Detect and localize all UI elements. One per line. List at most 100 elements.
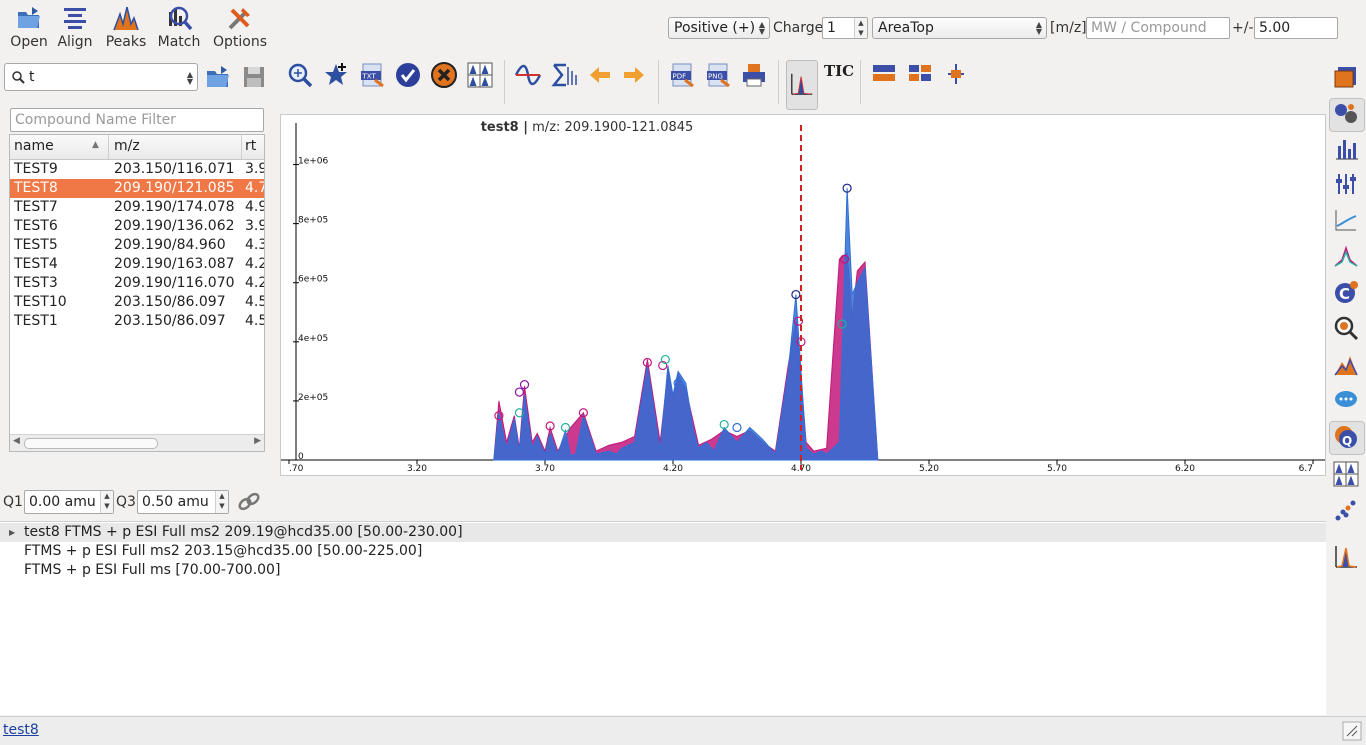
peak-table-icon[interactable] [1332,460,1360,488]
mz-compound-input[interactable]: MW / Compound [1086,17,1230,39]
compound-name: TEST1 [14,313,58,329]
scrollbar-thumb[interactable] [24,438,158,449]
scroll-right-icon[interactable]: ▶ [254,436,261,446]
smooth-icon[interactable] [514,61,542,89]
projects-panel-icon[interactable] [1332,63,1360,91]
quant-type-value: AreaTop [878,20,934,36]
align-icon [64,8,86,29]
scroll-left-icon[interactable]: ◀ [13,436,20,446]
scan-row[interactable]: FTMS + p ESI Full ms2 203.15@hcd35.00 [5… [0,542,1326,561]
svg-text:PNG: PNG [708,73,723,81]
ionization-select[interactable]: Positive (+) ▲ ▼ [668,17,770,39]
zoom-inspect-icon[interactable] [1332,314,1360,342]
box-plot-icon[interactable] [942,60,970,88]
scan-row[interactable]: FTMS + p ESI Full ms [70.00-700.00] [0,561,1326,580]
scan-row[interactable]: ▶ test8 FTMS + p ESI Full ms2 209.19@hcd… [0,523,1326,542]
line-chart-icon[interactable] [1332,206,1360,234]
print-icon[interactable] [740,61,768,89]
compound-row[interactable]: TEST7 209.190/174.078 4.9 [10,198,264,217]
export-png-icon[interactable]: PNG [704,61,732,89]
q1-value: 0.00 amu [29,494,96,510]
toolbar-separator [860,60,861,104]
expand-arrow-icon[interactable]: ▶ [9,523,15,542]
chromatogram-svg[interactable]: test8 | m/z: 209.1900-121.0845 .70 3.20 3.… [281,115,1325,475]
previous-arrow-icon[interactable] [586,61,614,89]
chromatogram-plot[interactable]: test8 | m/z: 209.1900-121.0845 .70 3.20 3.… [280,114,1326,476]
compound-rt: 4.2 [245,256,264,272]
compound-row[interactable]: TEST10 203.150/86.097 4.5 [10,293,264,312]
match-icon [169,6,193,31]
options-button[interactable]: Options [211,2,269,52]
compound-row[interactable]: TEST9 203.150/116.071 3.9 [10,160,264,179]
compound-filter-placeholder: Compound Name Filter [15,112,176,128]
compound-row[interactable]: TEST8 209.190/121.085 4.7 [10,179,264,198]
star-add-icon[interactable] [322,61,350,89]
mass-spectrum-icon[interactable] [1332,134,1360,162]
export-pdf-icon[interactable]: PDF [668,61,696,89]
gallery-icon[interactable] [1332,350,1360,378]
quantile-icon[interactable]: Q [1332,423,1360,451]
compound-row[interactable]: TEST5 209.190/84.960 4.3 [10,236,264,255]
tolerance-value: 5.00 [1259,20,1291,36]
peak-grid-icon[interactable] [466,61,494,89]
scan-list[interactable]: ▶ test8 FTMS + p ESI Full ms2 209.19@hcd… [0,521,1326,715]
peaks-button[interactable]: Peaks [97,2,155,52]
tic-button[interactable]: TIC [824,62,854,80]
spin-arrows-icon: ▲ ▼ [854,18,867,38]
overlay-peaks-icon[interactable] [1332,242,1360,270]
q3-stepper[interactable]: 0.50 amu ▲ ▼ [137,490,229,514]
compound-mz: 209.190/121.085 [114,180,235,196]
compound-mz: 209.190/136.062 [114,218,235,234]
quant-type-select[interactable]: AreaTop ▲ ▼ [872,17,1047,39]
compound-mz: 209.190/116.070 [114,275,235,291]
column-header-rt[interactable]: rt [245,138,256,154]
q1-stepper[interactable]: 0.00 amu ▲ ▼ [24,490,114,514]
svg-text:PDF: PDF [673,73,687,81]
open-project-folder-icon[interactable] [204,63,232,91]
check-icon[interactable] [394,61,422,89]
status-bar: test8 [0,716,1366,745]
scan-row-text: FTMS + p ESI Full ms2 203.15@hcd35.00 [5… [24,543,423,559]
chart-series [493,188,879,461]
sliders-settings-icon[interactable] [1332,170,1360,198]
project-select[interactable]: t ▲ ▼ [4,63,198,91]
compound-name-filter[interactable]: Compound Name Filter [10,108,264,132]
molecule-panel-icon[interactable] [1332,100,1360,128]
charge-stepper[interactable]: 1 ▲ ▼ [822,17,868,39]
compound-mz: 203.150/86.097 [114,294,226,310]
integrate-sum-icon[interactable] [550,61,578,89]
compound-rt: 4.5 [245,294,264,310]
match-button[interactable]: Match [150,2,208,52]
compound-row[interactable]: TEST4 209.190/163.087 4.2 [10,255,264,274]
x-tick-label: 4.20 [663,464,683,474]
x-tick-label: 5.20 [919,464,939,474]
eic-toggle-button[interactable] [786,60,818,110]
layout-tiles-icon[interactable] [906,60,934,88]
column-header-mz[interactable]: m/z [114,138,140,154]
compound-row[interactable]: TEST6 209.190/136.062 3.9 [10,217,264,236]
reject-icon[interactable] [430,61,458,89]
covariants-icon[interactable]: C [1332,278,1360,306]
compound-table[interactable]: name ▲ m/z rt TEST9203.150/116.0713.9TES… [9,134,265,452]
log-messages-icon[interactable] [1332,386,1360,414]
export-txt-icon[interactable]: TXT [358,61,386,89]
align-button[interactable]: Align [46,2,104,52]
horizontal-scrollbar[interactable]: ◀ ▶ [10,434,264,451]
column-header-name[interactable]: name [14,138,54,154]
y-tick-label: 0 [298,452,304,462]
sort-ascending-icon: ▲ [92,140,99,150]
compound-row[interactable]: TEST3 209.190/116.070 4.2 [10,274,264,293]
link-chain-icon[interactable] [235,488,263,516]
histogram-icon[interactable] [1332,542,1360,570]
resize-grip-icon[interactable] [1342,721,1362,741]
save-disk-icon[interactable] [240,63,268,91]
scatter-plot-icon[interactable] [1332,496,1360,524]
next-arrow-icon[interactable] [620,61,648,89]
tolerance-input[interactable]: 5.00 [1254,17,1338,39]
compound-row[interactable]: TEST1 203.150/86.097 4.5 [10,312,264,331]
charge-label: Charge [773,20,824,36]
layout-rows-icon[interactable] [870,60,898,88]
zoom-fit-icon[interactable] [286,61,314,89]
compound-table-header: name ▲ m/z rt [10,135,264,160]
status-sample-link[interactable]: test8 [3,722,39,738]
